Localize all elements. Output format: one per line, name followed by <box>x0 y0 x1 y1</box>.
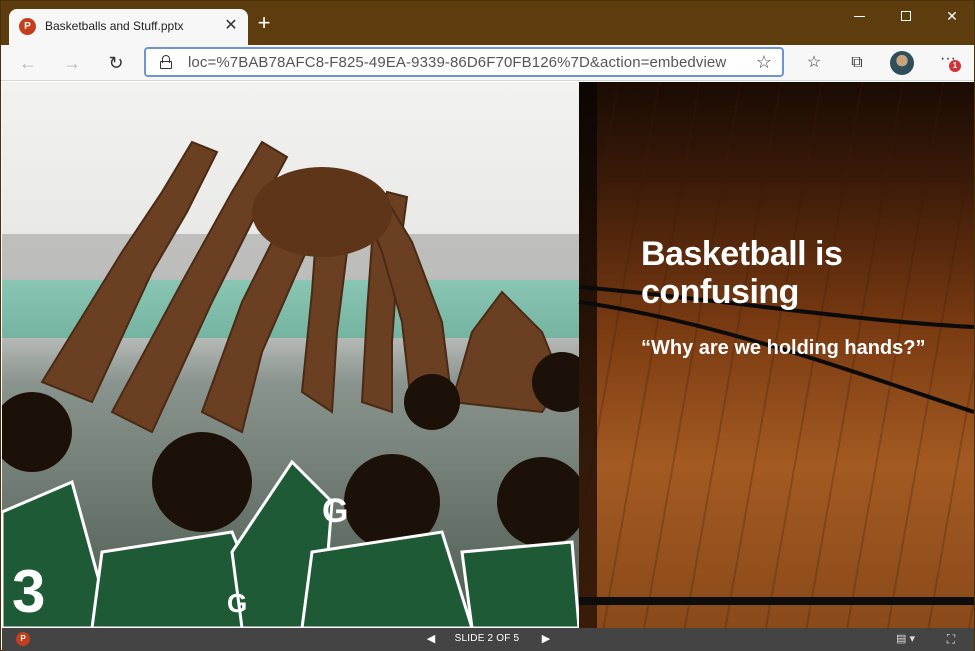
slide-subtitle: “Why are we holding hands?” <box>641 337 926 359</box>
powerpoint-icon: P <box>16 632 30 646</box>
tab-title: Basketballs and Stuff.pptx <box>45 19 184 33</box>
browser-tab[interactable]: P Basketballs and Stuff.pptx ✕ <box>9 9 248 45</box>
back-arrow-icon[interactable]: ← <box>13 49 43 77</box>
title-bar: P Basketballs and Stuff.pptx ✕ + ✕ <box>1 1 974 45</box>
previous-slide-button[interactable]: ◀ <box>423 630 439 648</box>
avatar[interactable] <box>890 51 914 75</box>
court-baseline <box>579 597 974 605</box>
reload-icon[interactable]: ↻ <box>101 49 131 77</box>
address-toolbar: ← → ↻ loc=%7BAB78AFC8-F825-49EA-9339-86D… <box>1 45 974 81</box>
notification-badge: 1 <box>949 60 961 72</box>
address-url[interactable]: loc=%7BAB78AFC8-F825-49EA-9339-86D6F70FB… <box>188 54 726 71</box>
lock-icon <box>160 55 172 69</box>
maximize-button[interactable] <box>883 1 929 33</box>
window-close-button[interactable]: ✕ <box>929 1 975 33</box>
next-slide-button[interactable]: ▶ <box>538 630 554 648</box>
collections-icon[interactable]: ⧉ <box>845 51 869 75</box>
close-icon[interactable]: ✕ <box>220 15 242 37</box>
powerpoint-icon: P <box>19 18 36 35</box>
fullscreen-icon[interactable]: ⛶ <box>943 631 959 647</box>
slide-canvas: 3 G G Basketball is confusing “Why are w… <box>2 82 974 628</box>
maximize-icon <box>901 11 911 21</box>
slide-title: Basketball is confusing <box>641 235 843 311</box>
favorites-icon[interactable]: ☆ <box>802 51 826 75</box>
address-bar[interactable]: loc=%7BAB78AFC8-F825-49EA-9339-86D6F70FB… <box>144 47 784 77</box>
presentation-status-bar: P ◀ SLIDE 2 OF 5 ▶ ▤ ▾ ⛶ <box>2 628 974 651</box>
star-icon[interactable]: ☆ <box>756 52 772 73</box>
browser-window: P Basketballs and Stuff.pptx ✕ + ✕ ← → ↻… <box>0 0 975 651</box>
slide-indicator: SLIDE 2 OF 5 <box>454 633 520 644</box>
minimize-icon <box>854 16 865 17</box>
forward-arrow-icon[interactable]: → <box>57 49 87 77</box>
plus-icon[interactable]: + <box>252 12 276 36</box>
minimize-button[interactable] <box>837 1 883 33</box>
notes-icon[interactable]: ▤ ▾ <box>896 631 922 647</box>
